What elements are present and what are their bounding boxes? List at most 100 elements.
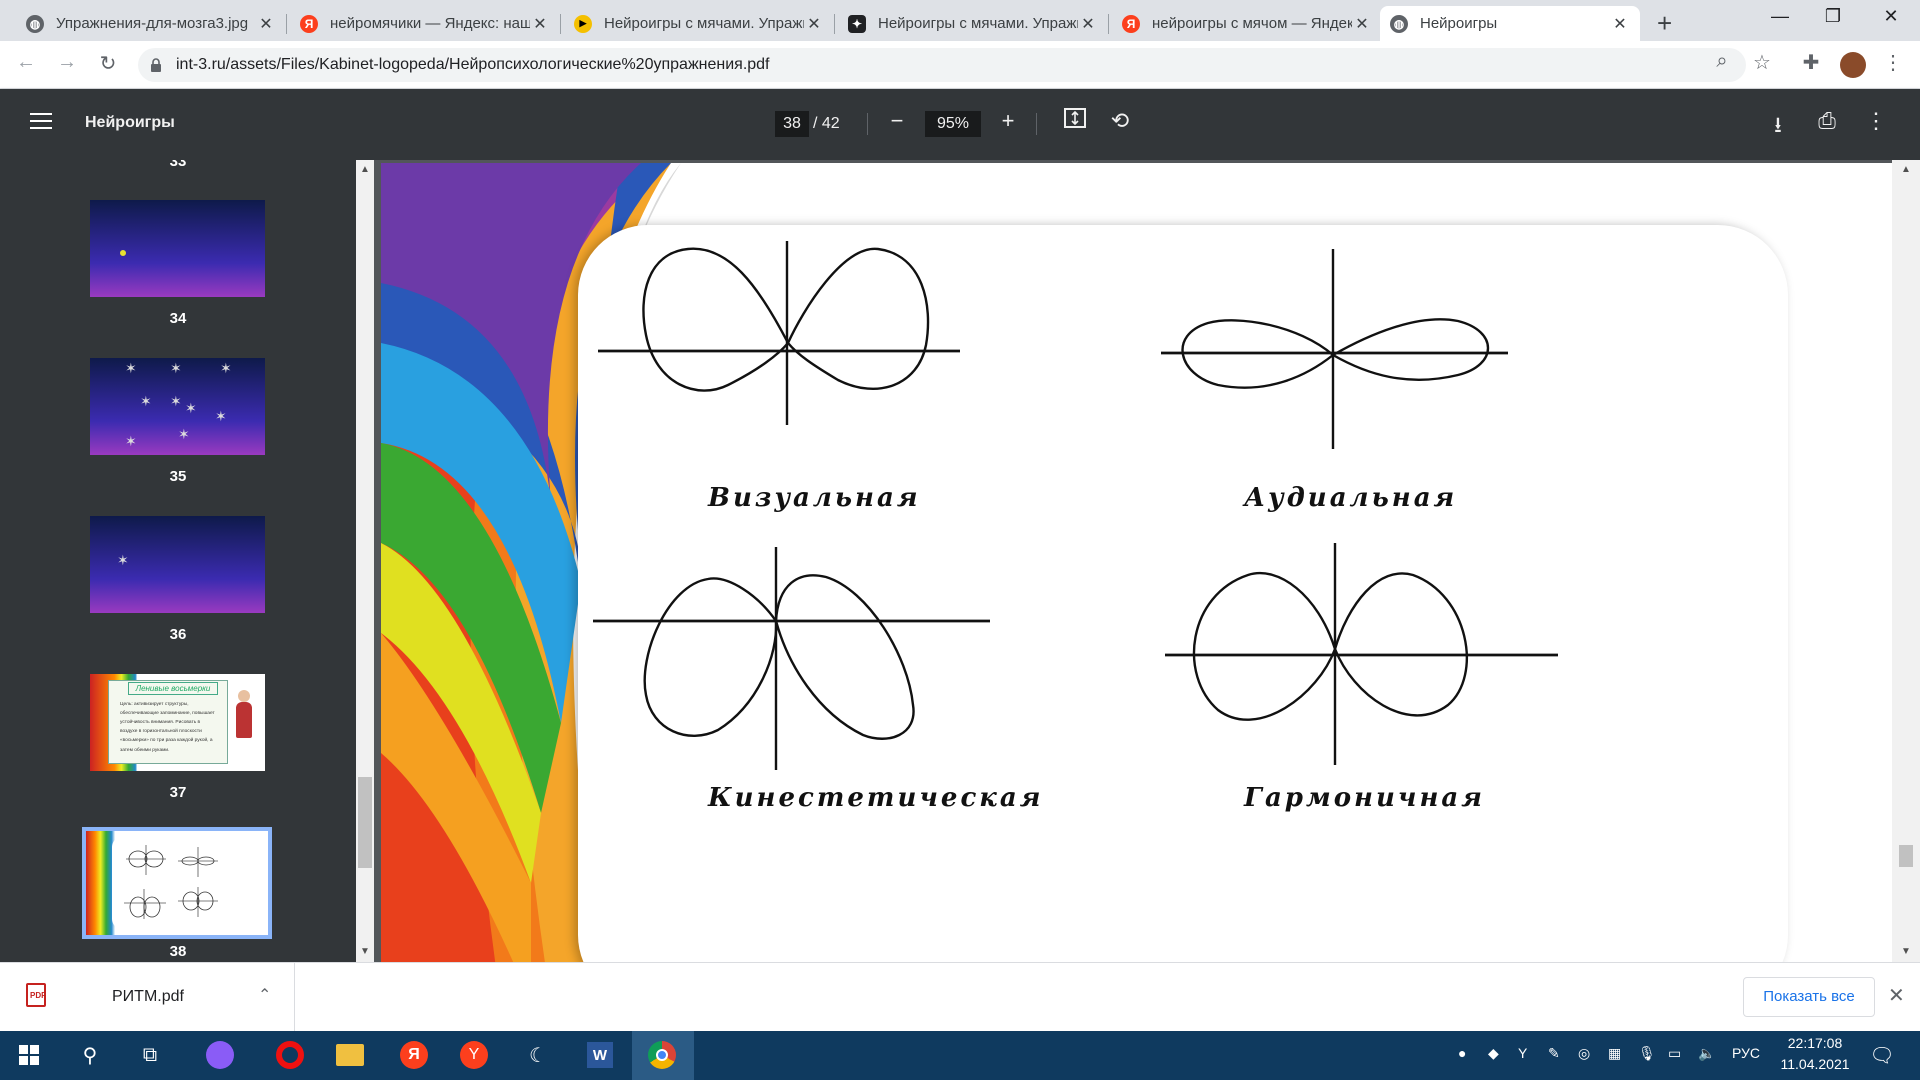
close-tab-icon[interactable]: ✕ (1610, 14, 1630, 34)
tab-title: нейроигры с мячом — Яндекс: нашлось (1152, 15, 1352, 32)
globe-icon: ◍ (1390, 14, 1408, 33)
thumbnail-page-37[interactable]: Ленивые восьмерки Цель: активизирует стр… (90, 674, 265, 771)
chevron-up-icon[interactable]: ⌃ (258, 985, 271, 1005)
clock-date[interactable]: 11.04.2021 (1775, 1056, 1855, 1072)
show-all-button[interactable]: Показать все (1743, 977, 1875, 1017)
tray-utorrent-icon[interactable]: ● (1458, 1045, 1466, 1061)
download-item[interactable]: PDF РИТМ.pdf ⌃ (0, 963, 295, 1032)
thumbnail-number: 36 (169, 626, 187, 643)
windows-start-icon[interactable] (13, 1039, 45, 1071)
microphone-icon[interactable]: 🎙 (1638, 1045, 1656, 1062)
globe-icon: ◍ (26, 14, 44, 33)
tab-5[interactable]: Я нейроигры с мячом — Яндекс: нашлось ✕ (1112, 6, 1382, 41)
lemniscate-diagrams (593, 241, 1558, 770)
thumbnail-sidebar: 33 34 ✶ ✶ ✶ ✶ ✶ ✶ ✶ ✶ ✶ 35 ✶ 36 Ленивые … (0, 160, 356, 962)
fit-page-icon[interactable] (1060, 108, 1090, 134)
tray-app-icon[interactable]: ✎ (1548, 1045, 1560, 1062)
close-tab-icon[interactable]: ✕ (1352, 14, 1372, 34)
alice-icon[interactable] (204, 1039, 236, 1071)
file-explorer-icon[interactable] (334, 1039, 366, 1071)
reload-button[interactable]: ↻ (94, 51, 122, 76)
chrome-menu-icon[interactable]: ⋮ (1879, 50, 1907, 75)
bookmark-star-icon[interactable]: ☆ (1748, 50, 1776, 75)
page-count: / 42 (813, 115, 840, 132)
page-scrollbar[interactable]: ▲ ▼ (1892, 160, 1920, 962)
sidebar-scroll-thumb[interactable] (358, 777, 372, 868)
windows-taskbar: ⚲ ⧉ Я Y ☾ W ● ◆ Y ✎ ◎ ▦ 🎙 ▭ 🔈 РУС 22:17:… (0, 1031, 1920, 1080)
address-bar[interactable]: int-3.ru/assets/Files/Kabinet-logopeda/Н… (138, 48, 1746, 82)
yandex-browser-icon[interactable]: Y (458, 1039, 490, 1071)
thumbnail-number: 37 (169, 784, 187, 801)
notifications-icon[interactable]: 🗨 (1866, 1039, 1898, 1071)
thumbnail-page-36[interactable]: ✶ (90, 516, 265, 613)
tray-yandex-icon[interactable]: Y (1518, 1045, 1527, 1061)
tray-app-icon[interactable]: ◆ (1488, 1045, 1499, 1062)
extensions-icon[interactable]: ✚ (1797, 50, 1825, 75)
word-icon[interactable]: W (584, 1039, 616, 1071)
tab-title: Нейроигры с мячами. Упражнения (878, 15, 1078, 32)
close-tab-icon[interactable]: ✕ (256, 14, 276, 34)
close-downloads-icon[interactable]: ✕ (1888, 983, 1905, 1008)
yandex-icon[interactable]: Я (398, 1039, 430, 1071)
close-tab-icon[interactable]: ✕ (804, 14, 824, 34)
page-scroll-thumb[interactable] (1899, 845, 1913, 867)
task-view-icon[interactable]: ⧉ (134, 1039, 166, 1071)
app-icon[interactable]: ☾ (522, 1039, 554, 1071)
pdf-page: Визуальная Аудиальная Кинестетическая Га… (381, 163, 1892, 962)
close-tab-icon[interactable]: ✕ (1078, 14, 1098, 34)
pdf-toolbar: Нейроигры 38 / 42 − 95% + ⟲ ⭳ ⎙ ⋮ (0, 89, 1920, 160)
more-options-icon[interactable]: ⋮ (1861, 108, 1891, 134)
tab-1[interactable]: ◍ Упражнения-для-мозга3.jpg ✕ (16, 6, 286, 41)
network-icon[interactable]: ▭ (1668, 1045, 1681, 1062)
close-tab-icon[interactable]: ✕ (530, 14, 550, 34)
print-icon[interactable]: ⎙ (1812, 108, 1842, 134)
tab-4[interactable]: ✦ Нейроигры с мячами. Упражнения ✕ (838, 6, 1108, 41)
pdf-file-icon: PDF (26, 983, 46, 1007)
minimize-button[interactable]: — (1765, 6, 1795, 27)
thumbnail-page-38-selected[interactable] (82, 827, 272, 939)
zoom-input[interactable]: 95% (925, 111, 981, 137)
tab-strip: ◍ Упражнения-для-мозга3.jpg ✕ Я нейромяч… (0, 0, 1920, 41)
new-tab-button[interactable]: + (1657, 8, 1672, 39)
sidebar-scrollbar[interactable]: ▲ ▼ (356, 160, 374, 962)
tab-3[interactable]: ▶ Нейроигры с мячами. Упражнения ✕ (564, 6, 834, 41)
tray-viber-icon[interactable]: ◎ (1578, 1045, 1590, 1062)
thumbnail-heading: Ленивые восьмерки (128, 682, 218, 695)
forward-button[interactable]: → (53, 51, 81, 74)
tab-title: Нейроигры с мячами. Упражнения (604, 15, 804, 32)
thumbnail-text: Цель: активизирует структуры, обеспечива… (120, 702, 215, 753)
youtube-icon: ▶ (574, 14, 592, 33)
yandex-icon: Я (300, 14, 318, 33)
download-filename: РИТМ.pdf (112, 988, 184, 1005)
zoom-in-button[interactable]: + (993, 108, 1023, 134)
avatar[interactable] (1840, 52, 1866, 78)
language-indicator[interactable]: РУС (1732, 1045, 1760, 1061)
url-text: int-3.ru/assets/Files/Kabinet-logopeda/Н… (176, 56, 770, 73)
opera-icon[interactable] (274, 1039, 306, 1071)
tab-2[interactable]: Я нейромячики — Яндекс: нашлось ✕ (290, 6, 560, 41)
close-window-button[interactable]: ✕ (1876, 6, 1906, 27)
volume-icon[interactable]: 🔈 (1698, 1045, 1715, 1062)
search-icon[interactable]: ⚲ (74, 1039, 106, 1071)
pdf-title: Нейроигры (85, 114, 175, 131)
thumbnail-number: 35 (169, 468, 187, 485)
clock-time[interactable]: 22:17:08 (1780, 1035, 1850, 1051)
thumbnail-page-35[interactable]: ✶ ✶ ✶ ✶ ✶ ✶ ✶ ✶ ✶ (90, 358, 265, 455)
rotate-icon[interactable]: ⟲ (1105, 108, 1135, 134)
tray-office-icon[interactable]: ▦ (1608, 1045, 1621, 1062)
caption-auditory: Аудиальная (1244, 483, 1458, 513)
zoom-icon[interactable]: ⌕ (1708, 50, 1736, 73)
content-card: Визуальная Аудиальная Кинестетическая Га… (578, 225, 1788, 962)
restore-button[interactable]: ❐ (1818, 6, 1848, 27)
menu-icon[interactable] (30, 113, 52, 129)
dzen-icon: ✦ (848, 14, 866, 33)
tab-active[interactable]: ◍ Нейроигры ✕ (1380, 6, 1640, 41)
back-button[interactable]: ← (12, 51, 40, 74)
tab-title: нейромячики — Яндекс: нашлось (330, 15, 530, 32)
thumbnail-number: 34 (169, 310, 187, 327)
page-number-input[interactable]: 38 (775, 111, 809, 137)
chrome-taskbar-active[interactable] (632, 1031, 694, 1080)
download-icon[interactable]: ⭳ (1763, 108, 1793, 146)
zoom-out-button[interactable]: − (882, 108, 912, 134)
thumbnail-page-34[interactable] (90, 200, 265, 297)
